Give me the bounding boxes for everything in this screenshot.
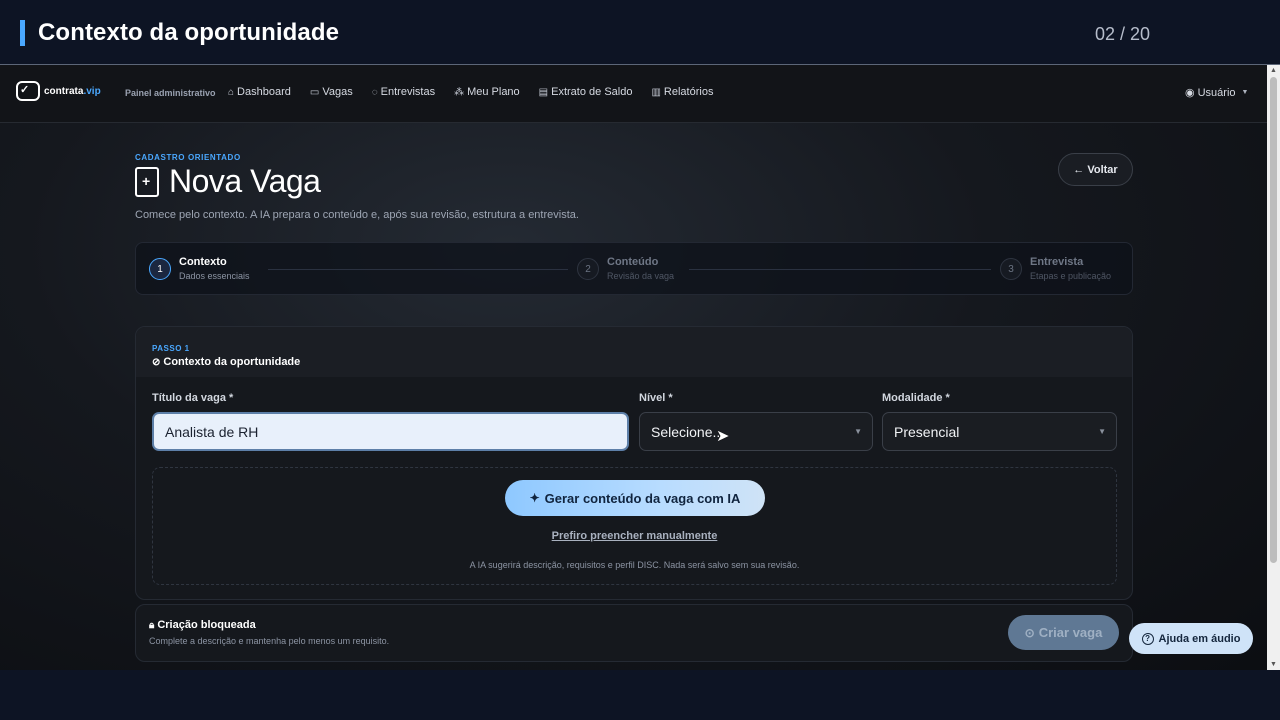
nav-menu: ⌂ Dashboard ▭ Vagas ◌ Entrevistas ⁂ Meu … <box>228 86 732 98</box>
page-title: Nova Vaga <box>169 163 321 199</box>
level-select-value: Selecione... <box>651 423 725 440</box>
chevron-down-icon: ▼ <box>854 427 862 436</box>
slide-header: Contexto da oportunidade 02 / 20 <box>0 0 1280 65</box>
file-plus-icon: + <box>135 166 159 197</box>
mode-select[interactable]: Presencial ▼ <box>882 412 1117 451</box>
receipt-icon: ▤ <box>538 86 549 98</box>
slide-title: Contexto da oportunidade <box>38 19 340 46</box>
mode-select-value: Presencial <box>894 423 960 440</box>
top-navbar: ✓ contrata.vip Painel administrativo ⌂ D… <box>0 65 1267 123</box>
hierarchy-icon: ⁂ <box>454 86 465 98</box>
nav-item-label: Entrevistas <box>380 86 436 98</box>
check-circle-icon: ⊙ <box>1024 625 1035 640</box>
sparkle-icon: ✦ <box>529 491 540 505</box>
step-connector <box>268 269 568 270</box>
create-job-label: Criar vaga <box>1038 625 1103 640</box>
lock-description: Complete a descrição e mantenha pelo men… <box>149 636 390 646</box>
compass-icon: ⊘ <box>152 356 161 368</box>
step-label: PASSO 1 <box>152 344 190 353</box>
nav-item-label: Meu Plano <box>467 86 520 98</box>
scrollbar[interactable]: ▲ ▼ <box>1267 65 1280 670</box>
job-title-input[interactable]: Analista de RH <box>152 412 629 451</box>
step-1-circle[interactable]: 1 <box>149 258 171 280</box>
nav-item-relatorios[interactable]: ▥ Relatórios <box>651 86 713 98</box>
nav-item-label: Dashboard <box>237 86 291 98</box>
scroll-up-icon[interactable]: ▲ <box>1270 67 1277 74</box>
nav-item-label: Relatórios <box>663 86 714 98</box>
manual-fill-link[interactable]: Prefiro preencher manualmente <box>153 530 1116 542</box>
level-select[interactable]: Selecione... ▼ <box>639 412 873 451</box>
nav-item-meu-plano[interactable]: ⁂ Meu Plano <box>454 86 520 98</box>
audio-help-label: Ajuda em áudio <box>1158 632 1241 645</box>
lock-title-text: Criação bloqueada <box>157 619 256 631</box>
step-2-subtitle: Revisão da vaga <box>607 271 675 281</box>
step-3-subtitle: Etapas e publicação <box>1030 271 1112 281</box>
step-connector <box>689 269 991 270</box>
slide-counter: 02 / 20 <box>1095 24 1151 44</box>
question-circle-icon: ? <box>1141 632 1154 645</box>
chevron-down-icon: ▼ <box>1098 427 1106 436</box>
app-viewport: ✓ contrata.vip Painel administrativo ⌂ D… <box>0 65 1267 670</box>
page-description: Comece pelo contexto. A IA prepara o con… <box>135 209 579 221</box>
chat-icon: ◌ <box>371 86 378 98</box>
ai-note: A IA sugerirá descrição, requisitos e pe… <box>469 560 800 570</box>
audio-help-button[interactable]: ? Ajuda em áudio <box>1129 623 1253 654</box>
step-3-circle[interactable]: 3 <box>1000 258 1022 280</box>
generate-ai-button[interactable]: ✦ Gerar conteúdo da vaga com IA <box>505 480 765 516</box>
card-title: ⊘ Contexto da oportunidade <box>152 356 300 368</box>
lock-icon: 🔒︎ <box>149 619 155 631</box>
nav-item-label: Extrato de Saldo <box>551 86 633 98</box>
user-menu[interactable]: ◉ Usuário ▼ <box>1185 86 1249 100</box>
slide-accent-bar <box>20 20 25 46</box>
caret-down-icon: ▼ <box>1241 89 1249 96</box>
logo-text: contrata.vip <box>44 85 101 97</box>
generate-ai-label: Gerar conteúdo da vaga com IA <box>544 490 741 506</box>
nav-item-extrato[interactable]: ▤ Extrato de Saldo <box>539 86 633 98</box>
nav-item-label: Vagas <box>322 86 353 98</box>
level-label: Nível * <box>639 392 673 404</box>
creation-lock-bar: 🔒︎ Criação bloqueada Complete a descriçã… <box>135 604 1133 662</box>
scrollbar-thumb[interactable] <box>1270 77 1277 563</box>
user-name: Usuário <box>1197 86 1236 99</box>
nav-item-vagas[interactable]: ▭ Vagas <box>310 86 353 98</box>
step-3-title: Entrevista <box>1030 256 1084 268</box>
context-form-card: PASSO 1 ⊘ Contexto da oportunidade Títul… <box>135 326 1133 600</box>
ai-generate-panel: ✦ Gerar conteúdo da vaga com IA Prefiro … <box>152 467 1117 585</box>
user-circle-icon: ◉ <box>1185 87 1195 99</box>
briefcase-icon: ▭ <box>309 86 320 98</box>
page-title-group: + Nova Vaga <box>135 163 321 200</box>
back-button[interactable]: ← Voltar <box>1058 153 1133 186</box>
card-title-text: Contexto da oportunidade <box>163 356 301 368</box>
bar-chart-icon: ▥ <box>651 86 661 98</box>
job-title-label: Título da vaga * <box>152 392 234 404</box>
card-header: PASSO 1 ⊘ Contexto da oportunidade <box>136 327 1132 377</box>
nav-item-dashboard[interactable]: ⌂ Dashboard <box>228 86 291 98</box>
step-2-title: Conteúdo <box>607 256 659 268</box>
nav-item-entrevistas[interactable]: ◌ Entrevistas <box>372 86 435 98</box>
lock-title: 🔒︎ Criação bloqueada <box>149 619 256 631</box>
create-job-button[interactable]: ⊙ Criar vaga <box>1008 615 1119 650</box>
logo[interactable]: ✓ contrata.vip <box>16 81 101 101</box>
page-eyebrow: CADASTRO ORIENTADO <box>135 153 241 162</box>
logo-chat-check-icon: ✓ <box>16 81 40 101</box>
mode-label: Modalidade * <box>882 392 950 404</box>
home-icon: ⌂ <box>228 86 235 98</box>
nav-subtitle: Painel administrativo <box>125 88 216 98</box>
scroll-down-icon[interactable]: ▼ <box>1270 661 1277 668</box>
step-1-title: Contexto <box>179 256 227 268</box>
step-1-subtitle: Dados essenciais <box>179 271 250 281</box>
stepper: 1 Contexto Dados essenciais 2 Conteúdo R… <box>135 242 1133 295</box>
bottom-strip <box>0 670 1280 720</box>
mouse-cursor-icon: ➤ <box>716 428 730 445</box>
step-2-circle[interactable]: 2 <box>577 258 599 280</box>
